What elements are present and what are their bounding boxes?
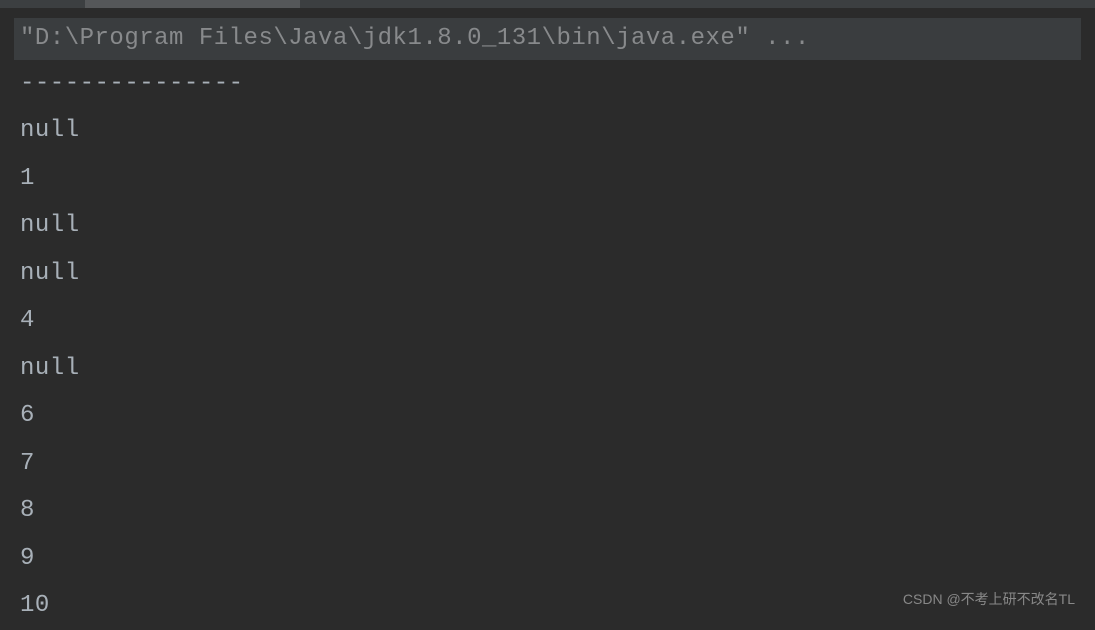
- output-line: ---------------: [20, 60, 1075, 108]
- output-line: null: [20, 107, 1075, 155]
- output-line: 9: [20, 535, 1075, 583]
- command-line: "D:\Program Files\Java\jdk1.8.0_131\bin\…: [14, 18, 1081, 60]
- output-line: 7: [20, 440, 1075, 488]
- output-line: null: [20, 345, 1075, 393]
- output-line: null: [20, 250, 1075, 298]
- output-line: 6: [20, 392, 1075, 440]
- watermark: CSDN @不考上研不改名TL: [903, 589, 1075, 609]
- output-line: 8: [20, 487, 1075, 535]
- output-line: 1: [20, 155, 1075, 203]
- tab-bar: [0, 0, 1095, 8]
- output-line: null: [20, 202, 1075, 250]
- output-line: 4: [20, 297, 1075, 345]
- active-tab-indicator: [85, 0, 300, 8]
- console-output[interactable]: "D:\Program Files\Java\jdk1.8.0_131\bin\…: [0, 8, 1095, 630]
